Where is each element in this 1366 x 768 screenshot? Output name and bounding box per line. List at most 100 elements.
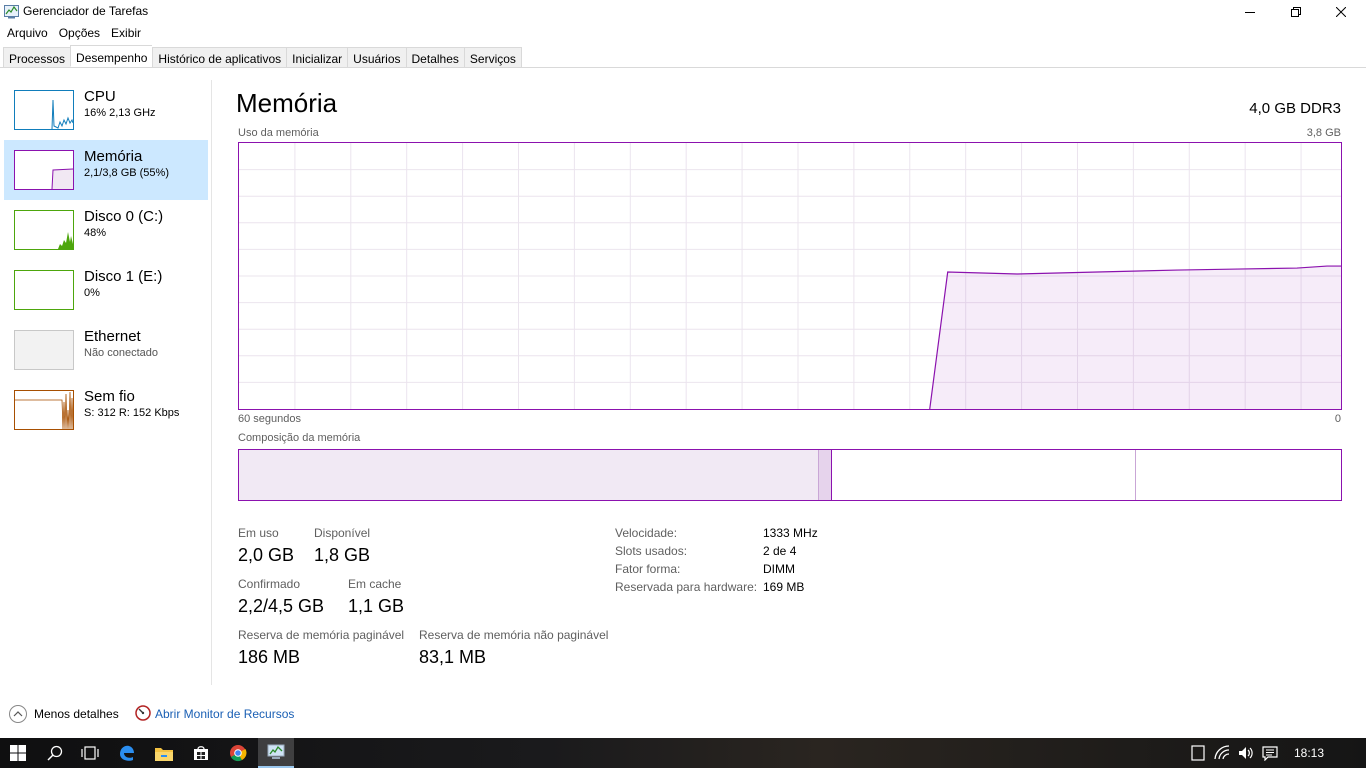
tab-bar: Processos Desempenho Histórico de aplica… [0, 44, 1366, 68]
cached-value: 1,1 GB [348, 596, 405, 616]
chevron-up-icon [13, 711, 23, 717]
menu-opcoes[interactable]: Opções [52, 23, 104, 43]
sidebar-item-cpu[interactable]: CPU 16% 2,13 GHz [4, 80, 208, 140]
action-center-icon[interactable] [1262, 745, 1278, 761]
composition-free[interactable] [1136, 450, 1341, 500]
task-manager-icon [267, 744, 285, 759]
sidebar-item-ethernet[interactable]: Ethernet Não conectado [4, 320, 208, 380]
store-button[interactable] [183, 738, 219, 768]
ethernet-value: Não conectado [84, 347, 158, 359]
file-explorer-button[interactable] [146, 738, 182, 768]
composition-modified[interactable] [818, 450, 832, 500]
memory-label: Memória [84, 148, 143, 165]
paged-pool-label: Reserva de memória paginável [238, 628, 405, 642]
wifi-value: S: 312 R: 152 Kbps [84, 407, 180, 419]
ethernet-mini-graph [14, 330, 74, 370]
cpu-label: CPU [84, 88, 116, 105]
sidebar-item-wifi[interactable]: Sem fio S: 312 R: 152 Kbps [4, 380, 208, 440]
task-view-icon [81, 746, 99, 760]
task-view-button[interactable] [72, 738, 108, 768]
usage-max-label: 3,8 GB [1306, 127, 1341, 139]
page-title: Memória [236, 88, 338, 118]
search-icon [47, 745, 63, 761]
in-use-value: 2,0 GB [238, 545, 295, 565]
chrome-icon [230, 745, 247, 762]
form-factor-value: DIMM [763, 562, 795, 576]
memory-composition-bar [238, 449, 1342, 501]
task-manager-taskbar-button[interactable] [258, 738, 294, 768]
task-manager-icon [4, 5, 19, 19]
edge-icon [120, 745, 134, 761]
composition-in-use[interactable] [239, 450, 818, 500]
fewer-details-label[interactable]: Menos detalhes [34, 707, 119, 721]
slots-label: Slots usados: [615, 544, 688, 558]
disk0-mini-graph [14, 210, 74, 250]
search-button[interactable] [37, 738, 73, 768]
time-span-label: 60 segundos [238, 413, 301, 425]
hardware-reserved-value: 169 MB [763, 580, 805, 594]
memory-mini-graph [14, 150, 74, 190]
wifi-icon[interactable] [1214, 745, 1230, 761]
disk0-value: 48% [84, 227, 107, 239]
taskbar: 18:13 [0, 738, 1366, 768]
slots-value: 2 de 4 [763, 544, 797, 558]
chrome-button[interactable] [220, 738, 256, 768]
composition-label: Composição da memória [238, 432, 361, 444]
menu-bar: Arquivo Opções Exibir [0, 23, 145, 43]
nonpaged-pool-label: Reserva de memória não paginável [419, 628, 609, 642]
start-button[interactable] [0, 738, 36, 768]
tab-inicializar[interactable]: Inicializar [286, 47, 348, 68]
usage-label: Uso da memória [238, 127, 319, 139]
store-icon [194, 746, 208, 760]
disk1-label: Disco 1 (E:) [84, 268, 163, 285]
folder-icon [155, 747, 173, 761]
close-icon [1336, 6, 1346, 17]
committed-value: 2,2/4,5 GB [238, 596, 325, 616]
fewer-details-button[interactable] [9, 705, 27, 723]
window-title: Gerenciador de Tarefas [23, 4, 149, 18]
footer: Menos detalhes Abrir Monitor de Recursos [0, 700, 1366, 728]
sidebar-item-memory[interactable]: Memória 2,1/3,8 GB (55%) [4, 140, 208, 200]
restore-icon [1291, 6, 1301, 17]
sidebar-item-disk0[interactable]: Disco 0 (C:) 48% [4, 200, 208, 260]
title-bar: Gerenciador de Tarefas [0, 0, 1366, 23]
volume-icon[interactable] [1238, 745, 1254, 761]
committed-label: Confirmado [238, 577, 301, 591]
time-end-label: 0 [1334, 413, 1341, 425]
edge-button[interactable] [109, 738, 145, 768]
resource-monitor-link[interactable]: Abrir Monitor de Recursos [155, 707, 294, 721]
tab-usuarios[interactable]: Usuários [347, 47, 406, 68]
nonpaged-pool-value: 83,1 MB [419, 647, 487, 667]
in-use-label: Em uso [238, 526, 279, 540]
paged-pool-value: 186 MB [238, 647, 301, 667]
available-value: 1,8 GB [314, 545, 371, 565]
resource-monitor-icon[interactable] [135, 705, 151, 721]
notification-tablet-icon[interactable] [1190, 745, 1206, 761]
menu-arquivo[interactable]: Arquivo [0, 23, 52, 43]
tab-servicos[interactable]: Serviços [463, 47, 522, 68]
minimize-icon [1245, 11, 1255, 13]
memory-usage-graph [238, 142, 1342, 410]
taskbar-clock[interactable]: 18:13 [1294, 746, 1324, 760]
tab-desempenho[interactable]: Desempenho [70, 45, 153, 67]
speed-value: 1333 MHz [763, 526, 818, 540]
tab-historico[interactable]: Histórico de aplicativos [152, 47, 287, 68]
windows-icon [10, 745, 26, 761]
minimize-button[interactable] [1227, 0, 1273, 23]
restore-button[interactable] [1273, 0, 1319, 23]
disk0-label: Disco 0 (C:) [84, 208, 164, 225]
cached-label: Em cache [348, 577, 402, 591]
wifi-mini-graph [14, 390, 74, 430]
tab-detalhes[interactable]: Detalhes [405, 47, 464, 68]
form-factor-label: Fator forma: [615, 562, 681, 576]
wifi-label: Sem fio [84, 388, 135, 405]
composition-standby[interactable] [832, 450, 1136, 500]
cpu-mini-graph [14, 90, 74, 130]
speed-label: Velocidade: [615, 526, 678, 540]
close-button[interactable] [1318, 0, 1364, 23]
sidebar-item-disk1[interactable]: Disco 1 (E:) 0% [4, 260, 208, 320]
menu-exibir[interactable]: Exibir [104, 23, 145, 43]
disk1-mini-graph [14, 270, 74, 310]
ethernet-label: Ethernet [84, 328, 141, 345]
tab-processos[interactable]: Processos [3, 47, 71, 68]
